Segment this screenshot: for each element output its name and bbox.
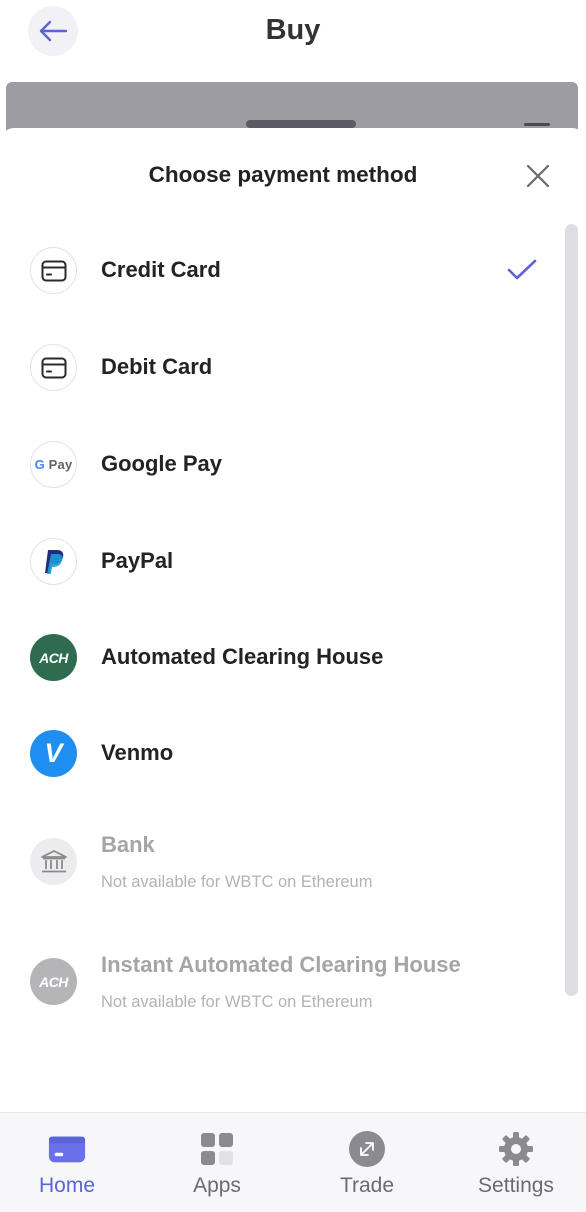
- nav-item-trade[interactable]: Trade: [307, 1113, 427, 1212]
- home-card-icon: [47, 1129, 87, 1169]
- trade-arrows-icon: [347, 1129, 387, 1169]
- unavailable-note: Not available for WBTC on Ethereum: [101, 993, 373, 1011]
- venmo-logo: V: [30, 730, 77, 777]
- payment-method-venmo[interactable]: V Venmo: [0, 719, 560, 789]
- nav-item-settings[interactable]: Settings: [456, 1113, 576, 1212]
- bank-icon: [30, 838, 77, 885]
- nav-label: Trade: [339, 1174, 395, 1197]
- checkmark-icon: [506, 254, 538, 286]
- top-header: Buy: [0, 0, 586, 70]
- nav-label: Home: [38, 1174, 96, 1197]
- page-title: Buy: [265, 14, 321, 46]
- credit-card-icon: [30, 247, 77, 294]
- close-icon: [526, 164, 550, 188]
- payment-method-paypal[interactable]: PayPal: [0, 527, 560, 597]
- google-pay-logo: G Pay: [30, 441, 77, 488]
- payment-method-instant-ach: ACH Instant Automated Clearing House Not…: [0, 944, 560, 1020]
- paypal-logo: [30, 538, 77, 585]
- apps-grid-icon: [197, 1129, 237, 1169]
- payment-method-credit-card[interactable]: Credit Card: [0, 236, 560, 306]
- payment-method-label: Instant Automated Clearing House: [101, 952, 461, 977]
- payment-method-label: Bank: [101, 832, 155, 857]
- obscured-content: [246, 120, 356, 128]
- sheet-title: Choose payment method: [148, 162, 418, 187]
- payment-method-label: Credit Card: [101, 257, 221, 282]
- payment-method-sheet: Choose payment method Credit Card Debit …: [0, 128, 586, 1112]
- nav-item-apps[interactable]: Apps: [157, 1113, 277, 1212]
- payment-method-bank: Bank Not available for WBTC on Ethereum: [0, 824, 560, 900]
- payment-method-debit-card[interactable]: Debit Card: [0, 333, 560, 403]
- nav-item-home[interactable]: Home: [7, 1113, 127, 1212]
- debit-card-icon: [30, 344, 77, 391]
- gear-icon: [496, 1129, 536, 1169]
- unavailable-note: Not available for WBTC on Ethereum: [101, 873, 373, 891]
- payment-method-label: Google Pay: [101, 451, 223, 476]
- payment-method-label: Venmo: [101, 740, 174, 765]
- payment-method-google-pay[interactable]: G Pay Google Pay: [0, 430, 560, 500]
- close-button[interactable]: [518, 156, 558, 196]
- scrollbar[interactable]: [565, 224, 578, 996]
- nav-label: Settings: [478, 1174, 554, 1197]
- payment-method-label: Debit Card: [101, 354, 213, 379]
- payment-method-label: Automated Clearing House: [101, 644, 384, 669]
- obscured-divider: [524, 123, 550, 126]
- ach-logo: ACH: [30, 958, 77, 1005]
- bottom-nav: Home Apps Trade Settings: [0, 1112, 586, 1212]
- ach-logo: ACH: [30, 634, 77, 681]
- payment-method-ach[interactable]: ACH Automated Clearing House: [0, 623, 560, 693]
- nav-label: Apps: [193, 1174, 241, 1197]
- payment-method-label: PayPal: [101, 548, 174, 573]
